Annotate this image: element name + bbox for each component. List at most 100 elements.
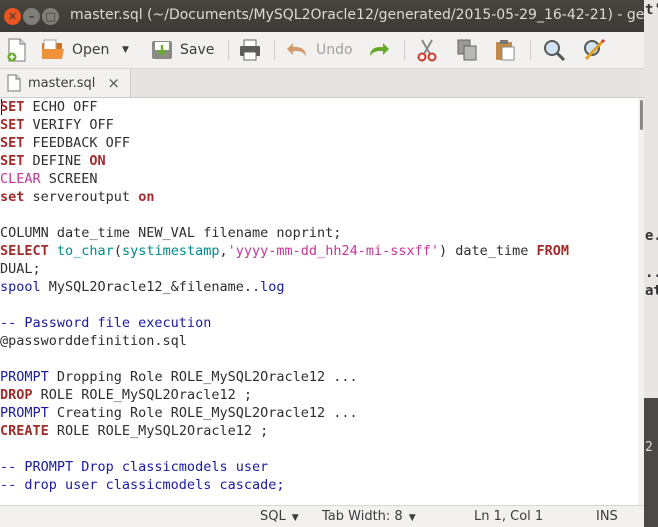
language-label: SQL	[260, 509, 286, 524]
code-token: ,	[219, 243, 228, 259]
code-token: ROLE ROLE_MySQL2Oracle12 ;	[32, 387, 252, 403]
close-window-button[interactable]: ✕	[4, 8, 21, 25]
print-button[interactable]	[238, 36, 262, 64]
gedit-window: ✕ – □ master.sql (~/Documents/MySQL2Orac…	[0, 0, 644, 527]
code-token: DUAL;	[0, 261, 41, 277]
find-replace-icon	[584, 38, 606, 61]
code-line[interactable]: SET FEEDBACK OFF	[0, 134, 130, 152]
undo-icon	[287, 43, 306, 56]
close-icon: ✕	[7, 10, 18, 23]
toolbar-separator	[228, 40, 229, 60]
new-document-icon	[7, 38, 26, 62]
code-line[interactable]: SET DEFINE ON	[0, 152, 106, 170]
tab-close-icon[interactable]: ×	[107, 74, 120, 92]
minimize-icon: –	[28, 10, 35, 23]
background-text: 2	[645, 440, 653, 455]
toolbar: Open ▼ Save Undo	[0, 32, 644, 69]
maximize-window-button[interactable]: □	[42, 8, 59, 25]
search-icon	[544, 40, 566, 62]
code-line[interactable]: CREATE ROLE ROLE_MySQL2Oracle12 ;	[0, 422, 268, 440]
code-line[interactable]: -- PROMPT Drop classicmodels user	[0, 458, 268, 476]
new-document-button[interactable]	[6, 36, 28, 64]
code-token: CLEAR	[0, 171, 41, 187]
code-token: Creating Role ROLE_MySQL2Oracle12 ...	[48, 405, 358, 421]
toolbar-separator	[404, 40, 405, 60]
document-icon	[7, 74, 21, 92]
code-token: ON	[89, 153, 106, 169]
code-line[interactable]: CLEAR SCREEN	[0, 170, 98, 188]
scissors-icon	[417, 39, 437, 62]
code-token: SCREEN	[40, 171, 98, 187]
code-line[interactable]: PROMPT Creating Role ROLE_MySQL2Oracle12…	[0, 404, 358, 422]
code-line[interactable]: PROMPT Dropping Role ROLE_MySQL2Oracle12…	[0, 368, 358, 386]
code-line[interactable]: SET ECHO OFF	[0, 98, 98, 116]
chevron-down-icon: ▼	[122, 45, 129, 55]
code-line[interactable]: DROP ROLE ROLE_MySQL2Oracle12 ;	[0, 386, 252, 404]
paste-icon	[496, 40, 515, 61]
background-text: e.	[645, 228, 658, 244]
code-line[interactable]: SELECT to_char(systimestamp,'yyyy-mm-dd_…	[0, 242, 569, 260]
code-line[interactable]: -- drop user classicmodels cascade;	[0, 476, 284, 494]
chevron-down-icon: ▼	[408, 513, 416, 523]
code-token: PROMPT	[0, 405, 49, 421]
code-token: PROMPT	[0, 369, 49, 385]
title-bar[interactable]: ✕ – □ master.sql (~/Documents/MySQL2Orac…	[0, 0, 644, 32]
cursor-position: Ln 1, Col 1	[474, 509, 544, 524]
undo-button[interactable]: Undo	[286, 36, 353, 64]
document-tab-bar: master.sql ×	[0, 69, 644, 98]
tab-master-sql[interactable]: master.sql ×	[0, 69, 131, 97]
toolbar-separator	[530, 40, 531, 60]
code-token: SET	[0, 135, 25, 151]
redo-button[interactable]	[366, 36, 390, 64]
copy-button[interactable]	[456, 36, 478, 64]
copy-icon	[457, 39, 477, 61]
code-line[interactable]: DUAL;	[0, 260, 41, 278]
code-token: FEEDBACK OFF	[24, 135, 131, 151]
code-token: to_char	[56, 243, 114, 259]
status-bar: SQL ▼ Tab Width: 8 ▼ Ln 1, Col 1 INS	[0, 505, 644, 527]
maximize-icon: □	[45, 10, 56, 23]
code-line[interactable]: set serveroutput on	[0, 188, 154, 206]
folder-open-icon	[42, 39, 64, 59]
code-token: ROLE ROLE_MySQL2Oracle12 ;	[48, 423, 269, 439]
code-token: -- drop user classicmodels cascade;	[0, 477, 285, 493]
code-line[interactable]: COLUMN date_time NEW_VAL filename noprin…	[0, 224, 341, 242]
tab-width-label: Tab Width: 8	[322, 509, 403, 524]
toolbar-separator	[274, 40, 275, 60]
undo-label: Undo	[316, 42, 353, 58]
code-token: set	[0, 189, 25, 205]
code-line[interactable]: @passworddefinition.sql	[0, 332, 187, 350]
code-token: ECHO OFF	[24, 99, 98, 115]
save-button[interactable]: Save	[150, 36, 214, 64]
code-token: -- Password file execution	[0, 315, 212, 331]
paste-button[interactable]	[494, 36, 516, 64]
code-token: CREATE	[0, 423, 49, 439]
cut-button[interactable]	[416, 36, 438, 64]
minimize-window-button[interactable]: –	[23, 8, 40, 25]
code-line[interactable]: SET VERIFY OFF	[0, 116, 114, 134]
code-token: -- PROMPT Drop classicmodels user	[0, 459, 269, 475]
background-text: ..	[645, 265, 658, 281]
open-button[interactable]: Open	[40, 36, 109, 64]
code-token: 'yyyy-mm-dd_hh24-mi-ssxff'	[227, 243, 439, 259]
scrollbar-thumb[interactable]	[640, 100, 643, 130]
tab-width-selector[interactable]: Tab Width: 8 ▼	[322, 509, 416, 524]
find-button[interactable]	[542, 36, 566, 64]
language-selector[interactable]: SQL ▼	[260, 509, 299, 524]
code-token: (	[113, 243, 122, 259]
code-editor[interactable]: SET ECHO OFF SET VERIFY OFF SET FEEDBACK O…	[0, 98, 638, 505]
open-recent-dropdown[interactable]: ▼	[122, 36, 129, 64]
code-token: ) date_time	[438, 243, 537, 259]
chevron-down-icon: ▼	[291, 513, 299, 523]
open-label: Open	[72, 42, 110, 58]
code-line[interactable]: spool MySQL2Oracle12_&filename..log	[0, 278, 284, 296]
background-text: t'	[645, 2, 658, 18]
code-token: VERIFY OFF	[24, 117, 114, 133]
code-line[interactable]: -- Password file execution	[0, 314, 211, 332]
code-token: SELECT	[0, 243, 49, 259]
save-label: Save	[180, 42, 215, 58]
find-replace-button[interactable]	[582, 36, 606, 64]
window-title: master.sql (~/Documents/MySQL2Oracle12/g…	[70, 7, 644, 23]
tab-label: master.sql	[28, 75, 96, 91]
